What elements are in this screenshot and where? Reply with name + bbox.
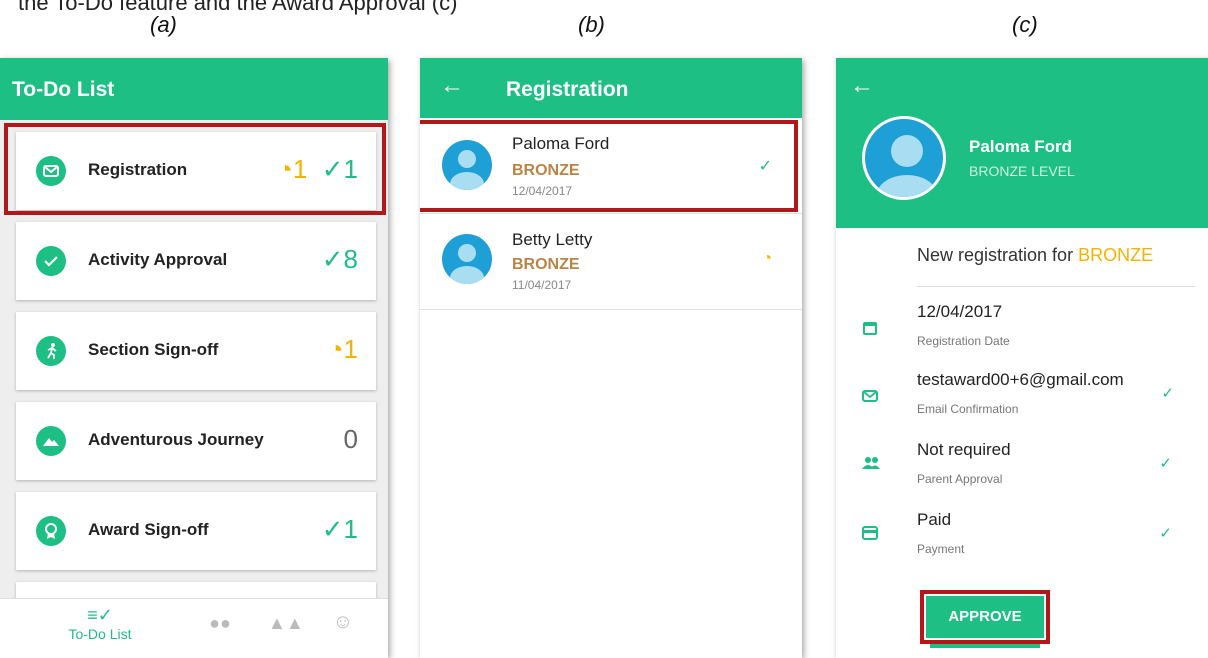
app-bar: To-Do List: [0, 58, 388, 120]
people-icon: [862, 456, 880, 475]
check-icon: ✓: [321, 244, 344, 274]
todo-item-activity-approval[interactable]: Activity Approval ✓8: [16, 222, 376, 300]
check-circle-icon: [36, 246, 66, 276]
todo-counts: 0: [344, 424, 358, 455]
avatar: [862, 116, 946, 200]
highlight-box: [920, 590, 1050, 644]
pending-count: 1: [343, 334, 358, 364]
clock-icon: ◔: [762, 250, 772, 267]
todo-counts: ◔1: [328, 334, 358, 365]
todo-list-screen: To-Do List Registration ◔1 ✓1 Activity A…: [0, 58, 388, 658]
detail-label: Email Confirmation: [917, 402, 1019, 416]
page-title: Registration: [506, 78, 629, 101]
profile-level: BRONZE LEVEL: [969, 163, 1075, 179]
heading-prefix: New registration for: [917, 245, 1079, 265]
runner-icon: [36, 336, 66, 366]
check-icon: ✓: [1161, 385, 1174, 402]
people-icon[interactable]: ●●: [205, 613, 235, 634]
profile-header: ← Paloma Ford BRONZE LEVEL: [836, 58, 1208, 228]
back-arrow-icon[interactable]: ←: [850, 72, 874, 100]
done-count: 8: [343, 244, 358, 274]
check-icon: ✓: [1159, 525, 1172, 542]
heading-level: BRONZE: [1078, 245, 1154, 265]
detail-label: Parent Approval: [917, 472, 1003, 486]
mail-icon: [862, 388, 878, 409]
todo-item-label: Activity Approval: [88, 250, 228, 269]
zero-count: 0: [343, 424, 358, 454]
todo-item-label: Section Sign-off: [88, 340, 219, 359]
check-icon: ✓: [321, 514, 344, 544]
calendar-icon: [862, 320, 878, 341]
label-b: (b): [578, 12, 605, 37]
todo-counts: ✓1: [322, 514, 358, 545]
highlight-box: [4, 123, 386, 215]
todo-item-adventurous-journey[interactable]: Adventurous Journey 0: [16, 402, 376, 480]
highlight-box: [420, 120, 798, 212]
nav-todo[interactable]: ≡✓ To-Do List: [60, 605, 140, 642]
detail-value: testaward00+6@gmail.com: [917, 370, 1124, 389]
row-name: Betty Letty: [512, 230, 593, 249]
todo-item-label: Adventurous Journey: [88, 430, 264, 449]
profile-name: Paloma Ford: [969, 137, 1072, 156]
detail-value: Paid: [917, 510, 952, 529]
done-count: 1: [343, 514, 358, 544]
registration-heading: New registration for BRONZE: [917, 245, 1153, 266]
detail-value: 12/04/2017: [917, 302, 1003, 321]
check-icon: ✓: [1159, 455, 1172, 472]
divider: [917, 286, 1195, 287]
mountain-icon: [36, 426, 66, 456]
detail-label: Payment: [917, 542, 965, 556]
row-level: BRONZE: [512, 256, 580, 273]
nav-todo-label: To-Do List: [68, 626, 132, 642]
todo-item-section-signoff[interactable]: Section Sign-off ◔1: [16, 312, 376, 390]
todo-list-icon: ≡✓: [87, 605, 113, 625]
row-date: 11/04/2017: [512, 278, 572, 292]
detail-value: Not required: [917, 440, 1011, 459]
detail-label: Registration Date: [917, 334, 1010, 348]
bottom-nav: ≡✓ To-Do List ●● ▲▲ ☺: [0, 598, 388, 658]
avatar: [442, 234, 492, 284]
face-icon[interactable]: ☺: [328, 611, 358, 634]
mountain-icon[interactable]: ▲▲: [268, 613, 304, 634]
app-bar: ← Registration: [420, 58, 802, 118]
page-title: To-Do List: [12, 78, 115, 101]
todo-counts: ✓8: [322, 244, 358, 275]
card-icon: [862, 526, 878, 545]
todo-item-label: Award Sign-off: [88, 520, 209, 539]
figure-caption: the To-Do feature and the Award Approval…: [18, 0, 458, 15]
registration-screen: ← Registration Paloma Ford BRONZE 12/04/…: [420, 58, 802, 658]
clock-icon: ◔: [327, 334, 344, 364]
award-approval-screen: ← Paloma Ford BRONZE LEVEL New registrat…: [836, 58, 1208, 658]
registration-row[interactable]: Betty Letty BRONZE 11/04/2017 ◔: [420, 214, 802, 310]
back-arrow-icon[interactable]: ←: [440, 72, 464, 100]
todo-item-award-signoff[interactable]: Award Sign-off ✓1: [16, 492, 376, 570]
label-c: (c): [1012, 12, 1038, 37]
award-icon: [36, 516, 66, 546]
label-a: (a): [150, 12, 177, 37]
